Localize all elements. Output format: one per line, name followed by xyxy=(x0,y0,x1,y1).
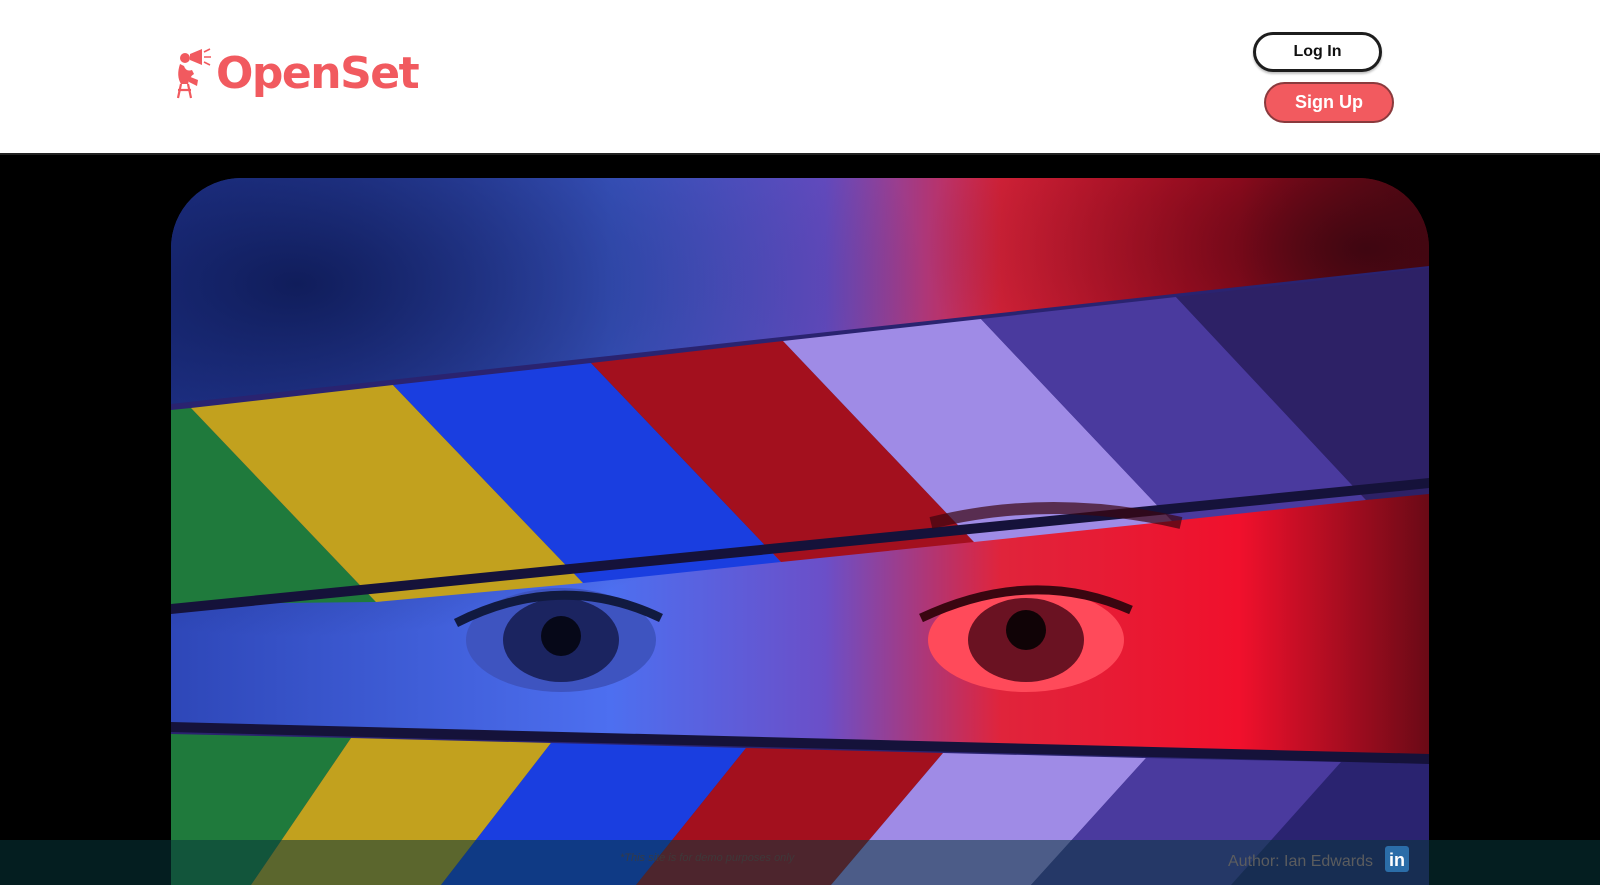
demo-disclaimer: *This site is for demo purposes only xyxy=(620,852,795,864)
clapperboard-portrait-image xyxy=(171,178,1429,885)
logo-wordmark: OpenSet xyxy=(216,48,420,99)
brand-logo[interactable]: OpenSet xyxy=(172,46,420,102)
login-button[interactable]: Log In xyxy=(1253,32,1382,72)
signup-button[interactable]: Sign Up xyxy=(1264,82,1394,123)
linkedin-icon[interactable]: in xyxy=(1385,846,1409,872)
site-header: OpenSet Log In Sign Up xyxy=(0,0,1600,155)
director-megaphone-icon xyxy=(176,48,211,99)
hero-image xyxy=(171,178,1429,885)
site-footer: *This site is for demo purposes only Aut… xyxy=(0,840,1600,885)
author-credit: Author: Ian Edwards xyxy=(1228,853,1373,870)
